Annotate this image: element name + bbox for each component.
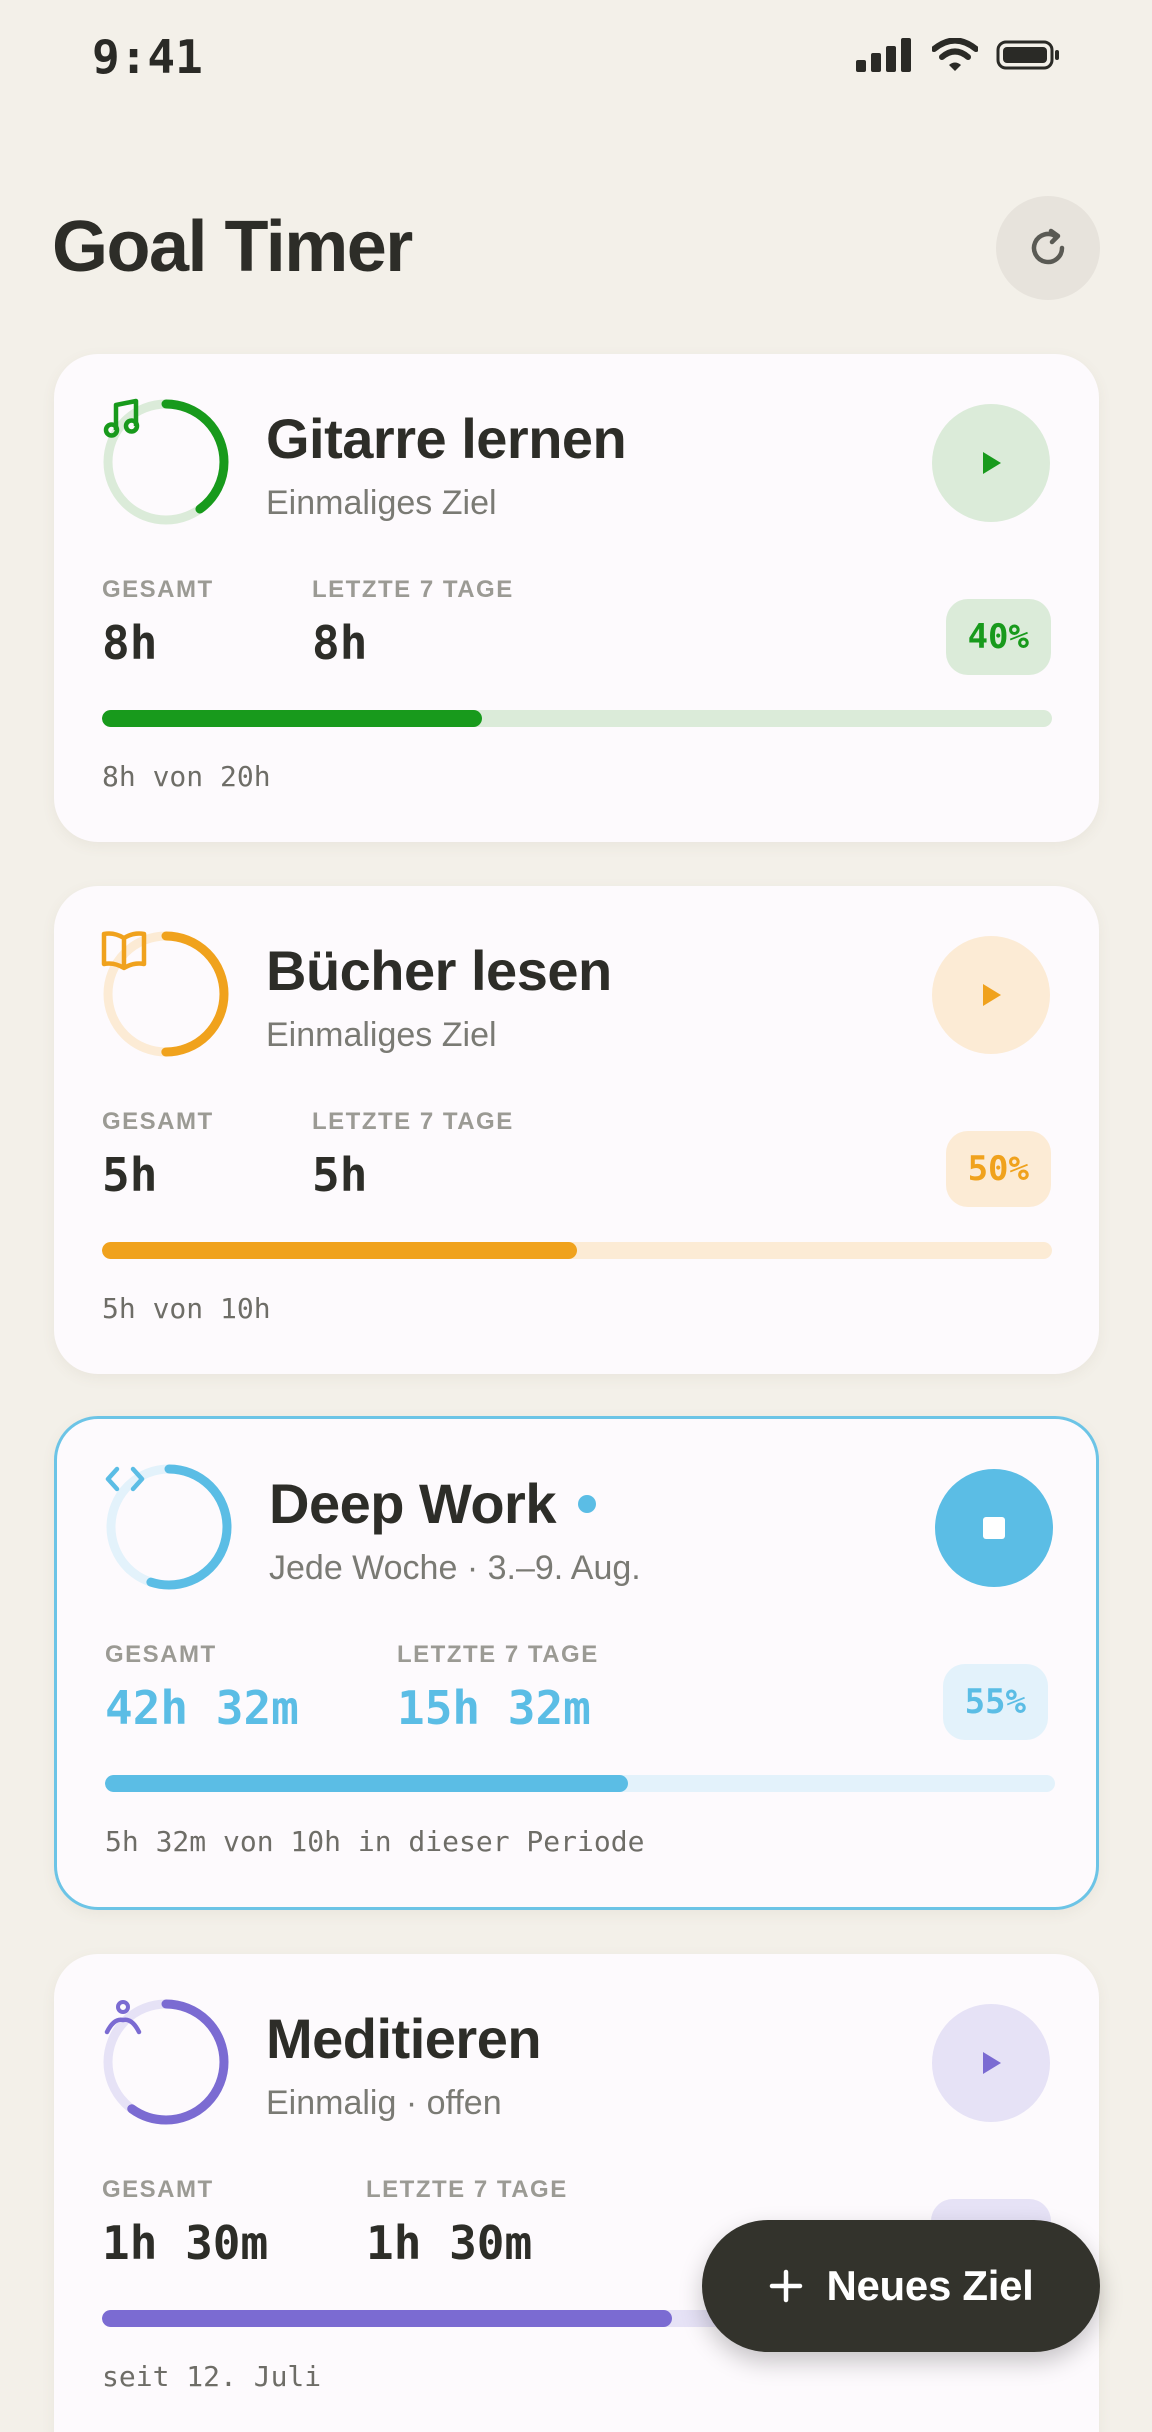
refresh-button[interactable]	[996, 196, 1100, 300]
progress-fill	[105, 1775, 628, 1792]
progress-ring	[100, 1996, 232, 2128]
status-time: 9:41	[92, 30, 203, 84]
goal-subtitle: Einmalig · offen	[266, 2084, 502, 2122]
goal-subtitle: Einmaliges Ziel	[266, 1016, 497, 1054]
goal-card[interactable]: Gitarre lernen Einmaliges Ziel GESAMT LE…	[54, 354, 1099, 842]
goal-title: Deep Work	[269, 1471, 596, 1536]
goal-title: Meditieren	[266, 2007, 542, 2070]
percent-badge: 50%	[945, 1131, 1051, 1207]
progress-bar	[102, 1242, 1052, 1259]
music-note-icon	[103, 398, 140, 438]
last7-label: LETZTE 7 TAGE	[366, 2176, 568, 2203]
last7-label: LETZTE 7 TAGE	[312, 576, 514, 603]
goal-caption: 5h 32m von 10h in dieser Periode	[105, 1825, 645, 1858]
plus-icon	[770, 2269, 803, 2303]
refresh-icon	[1031, 228, 1065, 265]
meditation-icon	[104, 2000, 142, 2035]
goal-caption: 5h von 10h	[102, 1292, 271, 1325]
progress-ring	[103, 1461, 235, 1593]
play-button[interactable]	[932, 2004, 1050, 2122]
play-button[interactable]	[932, 404, 1050, 522]
battery-icon	[996, 40, 1059, 70]
total-label: GESAMT	[102, 576, 214, 603]
last7-value: 5h	[312, 1148, 368, 1202]
progress-bar	[102, 710, 1052, 727]
total-value: 42h 32m	[105, 1681, 299, 1735]
code-icon	[105, 1466, 145, 1492]
percent-badge: 55%	[942, 1664, 1048, 1740]
stop-icon	[983, 1517, 1005, 1539]
last7-label: LETZTE 7 TAGE	[312, 1108, 514, 1135]
progress-ring	[100, 396, 232, 528]
goal-title: Bücher lesen	[266, 939, 612, 1002]
total-label: GESAMT	[105, 1641, 217, 1668]
goal-card-active[interactable]: Deep Work Jede Woche · 3.–9. Aug. GESAMT…	[54, 1416, 1099, 1910]
play-icon	[983, 2052, 1001, 2074]
progress-ring	[100, 928, 232, 1060]
goal-caption: seit 12. Juli	[102, 2360, 322, 2393]
goal-subtitle: Einmaliges Ziel	[266, 484, 497, 522]
play-icon	[983, 452, 1001, 474]
total-label: GESAMT	[102, 2176, 214, 2203]
progress-fill	[102, 710, 482, 727]
status-bar: 9:41	[0, 0, 1152, 120]
stop-button[interactable]	[935, 1469, 1053, 1587]
play-button[interactable]	[932, 936, 1050, 1054]
last7-value: 1h 30m	[366, 2216, 533, 2270]
play-icon	[983, 984, 1001, 1006]
total-value: 8h	[102, 616, 158, 670]
total-label: GESAMT	[102, 1108, 214, 1135]
book-icon	[101, 931, 147, 971]
running-indicator	[577, 1494, 596, 1513]
goal-title: Gitarre lernen	[266, 407, 627, 470]
goal-subtitle: Jede Woche · 3.–9. Aug.	[269, 1549, 641, 1587]
goal-card[interactable]: Bücher lesen Einmaliges Ziel GESAMT LETZ…	[54, 886, 1099, 1374]
last7-label: LETZTE 7 TAGE	[397, 1641, 599, 1668]
progress-fill	[102, 2310, 672, 2327]
goal-caption: 8h von 20h	[102, 760, 271, 793]
goal-card[interactable]: Meditieren Einmalig · offen GESAMT LETZT…	[54, 1954, 1099, 2432]
app-screen: 9:41 Goal Timer Gitarre lernen Einmalige…	[0, 0, 1152, 2432]
status-icons	[856, 38, 1060, 72]
progress-bar	[105, 1775, 1055, 1792]
signal-icon	[856, 38, 911, 72]
last7-value: 8h	[312, 616, 368, 670]
total-value: 1h 30m	[102, 2216, 269, 2270]
last7-value: 15h 32m	[397, 1681, 591, 1735]
total-value: 5h	[102, 1148, 158, 1202]
wifi-icon	[932, 38, 978, 71]
progress-fill	[102, 1242, 577, 1259]
page-title: Goal Timer	[52, 207, 413, 287]
new-goal-button[interactable]: Neues Ziel	[702, 2220, 1100, 2352]
percent-badge: 40%	[945, 599, 1051, 675]
new-goal-label: Neues Ziel	[826, 2262, 1034, 2309]
